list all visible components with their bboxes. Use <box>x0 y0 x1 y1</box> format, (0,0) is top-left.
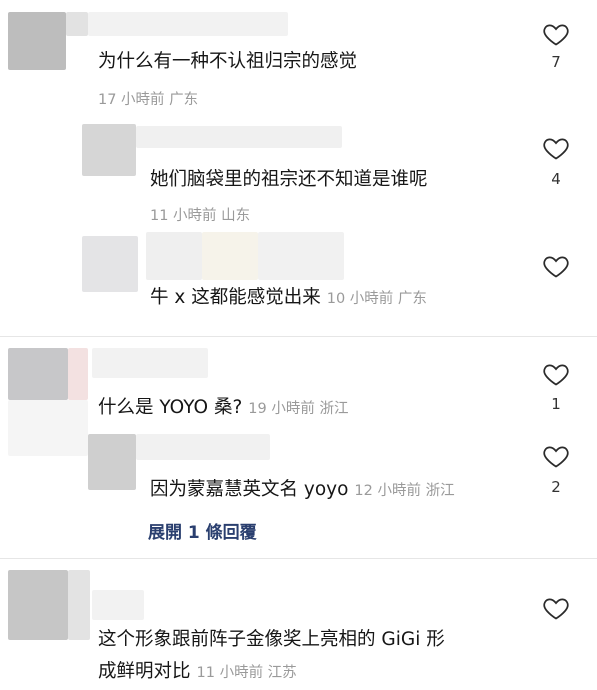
username-blurred[interactable] <box>258 232 344 280</box>
reply-meta: 10 小時前 广东 <box>326 291 427 307</box>
heart-outline-icon[interactable] <box>541 134 571 162</box>
username-blurred[interactable] <box>92 590 144 620</box>
username-blurred[interactable] <box>136 126 342 148</box>
heart-outline-icon[interactable] <box>541 20 571 48</box>
comment-text-line2: 成鲜明对比 11 小時前 江苏 <box>98 661 297 682</box>
comment-text: 什么是 YOYO 桑? 19 小時前 浙江 <box>98 397 349 418</box>
heart-outline-icon[interactable] <box>541 252 571 280</box>
like-count: 4 <box>551 170 561 188</box>
username-blurred[interactable] <box>88 12 288 36</box>
username-blurred[interactable] <box>92 348 208 378</box>
like-count: 2 <box>551 478 561 496</box>
avatar-blurred <box>68 570 90 640</box>
reply-text: 因为蒙嘉慧英文名 yoyo 12 小時前 浙江 <box>150 479 455 500</box>
avatar-blurred <box>8 400 88 456</box>
comment-text-line1: 这个形象跟前阵子金像奖上亮相的 GiGi 形 <box>98 629 445 650</box>
avatar[interactable] <box>8 348 68 400</box>
expand-replies-link[interactable]: 展開 1 條回覆 <box>148 518 257 543</box>
username-blurred[interactable] <box>202 232 258 280</box>
username-blurred[interactable] <box>146 232 202 280</box>
heart-outline-icon[interactable] <box>541 594 571 622</box>
avatar[interactable] <box>8 570 68 640</box>
username-blurred[interactable] <box>136 434 270 460</box>
avatar[interactable] <box>82 236 138 292</box>
thread-divider <box>0 558 597 559</box>
reply-text: 她们脑袋里的祖宗还不知道是谁呢 <box>150 169 428 190</box>
thread-divider <box>0 336 597 337</box>
avatar-blurred <box>68 348 88 400</box>
username-blurred[interactable] <box>66 12 88 36</box>
comment-text: 为什么有一种不认祖归宗的感觉 <box>98 51 358 72</box>
avatar[interactable] <box>88 434 136 490</box>
like-count: 1 <box>551 395 561 413</box>
avatar[interactable] <box>82 124 136 176</box>
comment-meta: 17 小時前 广东 <box>98 92 199 108</box>
comment-meta: 11 小時前 江苏 <box>196 665 297 681</box>
comment-meta: 19 小時前 浙江 <box>248 401 349 417</box>
reply-meta: 12 小時前 浙江 <box>354 483 455 499</box>
heart-outline-icon[interactable] <box>541 360 571 388</box>
reply-text: 牛 x 这都能感觉出来 10 小時前 广东 <box>150 287 427 308</box>
heart-outline-icon[interactable] <box>541 442 571 470</box>
reply-meta: 11 小時前 山东 <box>150 208 251 224</box>
like-count: 7 <box>551 53 561 71</box>
avatar[interactable] <box>8 12 66 70</box>
